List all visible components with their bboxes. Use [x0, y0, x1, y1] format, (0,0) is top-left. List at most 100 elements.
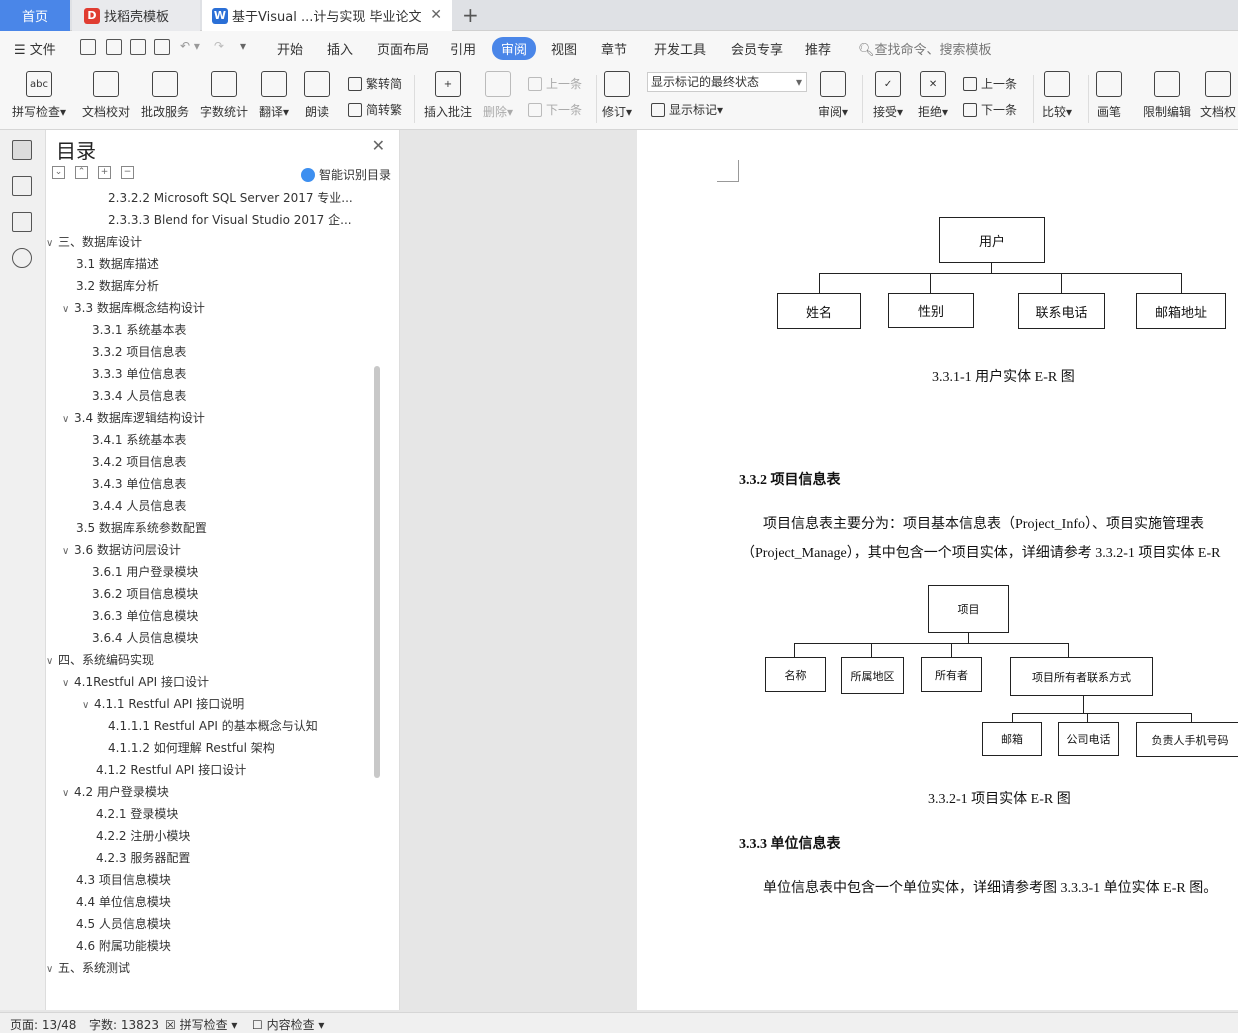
document-permission-button[interactable]: 文档权: [1200, 71, 1236, 120]
menu-recommend[interactable]: 推荐: [805, 39, 831, 58]
toc-item[interactable]: 3.6.1 用户登录模块: [92, 561, 198, 583]
chevron-down-icon[interactable]: ∨: [46, 651, 58, 671]
save-icon[interactable]: [80, 39, 96, 55]
export-icon[interactable]: [106, 39, 122, 55]
toc-item[interactable]: 4.1.1.2 如何理解 Restful 架构: [108, 737, 275, 759]
menu-member[interactable]: 会员专享: [731, 39, 783, 58]
undo-icon[interactable]: ↶ ▾: [180, 39, 200, 53]
page-indicator[interactable]: 页面: 13/48: [10, 1016, 76, 1033]
toc-item[interactable]: 2.3.2.2 Microsoft SQL Server 2017 专业...: [108, 187, 353, 209]
word-count[interactable]: 字数: 13823: [89, 1016, 159, 1033]
tab-document[interactable]: W 基于Visual ...计与实现 毕业论文 ✕: [202, 0, 452, 31]
toc-item[interactable]: 3.5 数据库系统参数配置: [76, 517, 207, 539]
prev-change-button[interactable]: 上一条: [963, 75, 1017, 92]
toc-item[interactable]: 3.6.4 人员信息模块: [92, 627, 198, 649]
delete-comment-button[interactable]: 删除▾: [483, 71, 513, 120]
menu-review[interactable]: 审阅: [492, 37, 537, 60]
toc-item[interactable]: ∨ 五、系统测试: [46, 957, 130, 979]
toc-item[interactable]: 4.1.1.1 Restful API 的基本概念与认知: [108, 715, 318, 737]
accept-button[interactable]: ✓ 接受▾: [873, 71, 903, 120]
collapse-all-icon[interactable]: ⌃: [75, 166, 88, 179]
tab-templates[interactable]: D 找稻壳模板: [72, 0, 200, 31]
print-icon[interactable]: [130, 39, 146, 55]
status-content-check[interactable]: ☐ 内容检查 ▾: [252, 1016, 324, 1033]
toc-item[interactable]: ∨ 4.2 用户登录模块: [62, 781, 169, 803]
toc-item[interactable]: ∨ 3.6 数据访问层设计: [62, 539, 181, 561]
status-spell-check[interactable]: ☒ 拼写检查 ▾: [165, 1016, 237, 1033]
simp-to-trad-button[interactable]: 简转繁: [348, 101, 402, 118]
chevron-down-icon[interactable]: ∨: [46, 959, 58, 979]
batch-service-button[interactable]: 批改服务: [141, 71, 189, 120]
chevron-down-icon[interactable]: ∨: [62, 409, 74, 429]
prev-comment-button[interactable]: 上一条: [528, 75, 582, 92]
next-change-button[interactable]: 下一条: [963, 101, 1017, 118]
toc-item[interactable]: 3.3.3 单位信息表: [92, 363, 186, 385]
toc-item[interactable]: 3.4.3 单位信息表: [92, 473, 186, 495]
chevron-down-icon[interactable]: ∨: [46, 233, 58, 253]
expand-all-icon[interactable]: ⌄: [52, 166, 65, 179]
add-heading-icon[interactable]: +: [98, 166, 111, 179]
redo-icon[interactable]: ↷: [214, 39, 224, 53]
menu-insert[interactable]: 插入: [327, 39, 353, 58]
restrict-editing-button[interactable]: 限制编辑: [1143, 71, 1191, 120]
menu-view[interactable]: 视图: [551, 39, 577, 58]
remove-heading-icon[interactable]: −: [121, 166, 134, 179]
menu-start[interactable]: 开始: [277, 39, 303, 58]
chevron-down-icon[interactable]: ∨: [82, 695, 94, 715]
chevron-down-icon[interactable]: ∨: [62, 299, 74, 319]
reject-button[interactable]: ✕ 拒绝▾: [918, 71, 948, 120]
chevron-down-icon[interactable]: ∨: [62, 673, 74, 693]
toc-scrollbar[interactable]: [374, 366, 380, 778]
spell-check-button[interactable]: abc 拼写检查▾: [12, 71, 66, 120]
menu-layout[interactable]: 页面布局: [377, 39, 429, 58]
command-search[interactable]: 🔍︎查找命令、搜索模板: [858, 39, 992, 58]
menu-references[interactable]: 引用: [450, 39, 476, 58]
pen-button[interactable]: 画笔: [1096, 71, 1122, 120]
word-count-button[interactable]: 字数统计: [200, 71, 248, 120]
toc-item[interactable]: 3.4.2 项目信息表: [92, 451, 186, 473]
chapter-icon[interactable]: [12, 176, 32, 196]
smart-toc-button[interactable]: 智能识别目录: [300, 166, 391, 183]
toc-item[interactable]: 4.2.1 登录模块: [96, 803, 178, 825]
toc-item[interactable]: 4.6 附属功能模块: [76, 935, 171, 957]
review-pane-button[interactable]: 审阅▾: [818, 71, 848, 120]
toc-item[interactable]: ∨ 3.4 数据库逻辑结构设计: [62, 407, 205, 429]
toc-item[interactable]: 4.3 项目信息模块: [76, 869, 171, 891]
preview-icon[interactable]: [154, 39, 170, 55]
toc-item[interactable]: 3.6.2 项目信息模块: [92, 583, 198, 605]
compare-button[interactable]: 比较▾: [1042, 71, 1072, 120]
tab-home[interactable]: 首页: [0, 0, 70, 31]
close-icon[interactable]: ✕: [372, 136, 385, 155]
show-markup-button[interactable]: 显示标记 ▾: [651, 101, 723, 118]
toc-item[interactable]: 4.2.2 注册小模块: [96, 825, 190, 847]
customize-icon[interactable]: ▾: [240, 39, 246, 53]
toc-item[interactable]: 3.4.4 人员信息表: [92, 495, 186, 517]
toc-icon[interactable]: [12, 140, 32, 160]
file-menu[interactable]: ☰ 文件: [14, 39, 56, 58]
toc-item[interactable]: 3.3.2 项目信息表: [92, 341, 186, 363]
insert-comment-button[interactable]: + 插入批注: [424, 71, 472, 120]
toc-item[interactable]: 2.3.3.3 Blend for Visual Studio 2017 企..…: [108, 209, 352, 231]
chevron-down-icon[interactable]: ∨: [62, 541, 74, 561]
toc-item[interactable]: 3.4.1 系统基本表: [92, 429, 186, 451]
chevron-down-icon[interactable]: ∨: [62, 783, 74, 803]
new-tab-icon[interactable]: +: [462, 3, 479, 27]
toc-item[interactable]: ∨ 三、数据库设计: [46, 231, 142, 253]
bookmark-icon[interactable]: [12, 212, 32, 232]
menu-developer[interactable]: 开发工具: [654, 39, 706, 58]
trad-to-simp-button[interactable]: 繁转简: [348, 75, 402, 92]
toc-item[interactable]: ∨ 4.1.1 Restful API 接口说明: [82, 693, 244, 715]
menu-chapter[interactable]: 章节: [601, 39, 627, 58]
toc-item[interactable]: ∨ 4.1Restful API 接口设计: [62, 671, 209, 693]
translate-button[interactable]: 翻译▾: [259, 71, 289, 120]
toc-item[interactable]: ∨ 3.3 数据库概念结构设计: [62, 297, 205, 319]
toc-item[interactable]: ∨ 四、系统编码实现: [46, 649, 154, 671]
toc-item[interactable]: 3.3.4 人员信息表: [92, 385, 186, 407]
close-tab-icon[interactable]: ✕: [430, 7, 442, 23]
read-aloud-button[interactable]: 朗读: [304, 71, 330, 120]
proofread-button[interactable]: 文档校对: [82, 71, 130, 120]
next-comment-button[interactable]: 下一条: [528, 101, 582, 118]
search-icon[interactable]: [12, 248, 32, 268]
toc-item[interactable]: 4.1.2 Restful API 接口设计: [96, 759, 246, 781]
toc-item[interactable]: 3.3.1 系统基本表: [92, 319, 186, 341]
